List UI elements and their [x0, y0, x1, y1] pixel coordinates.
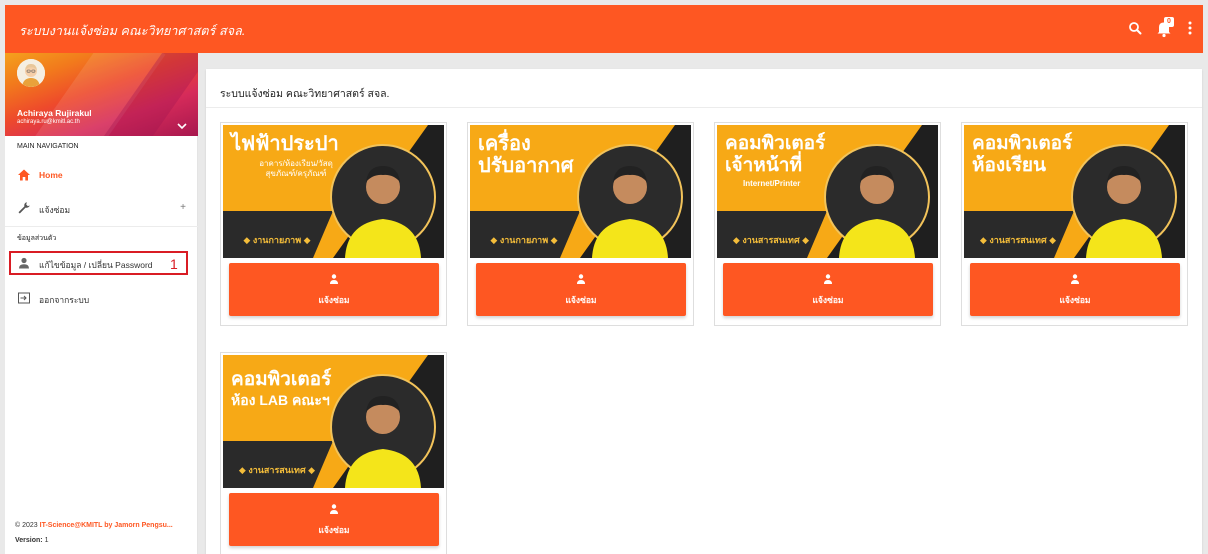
service-banner[interactable]: ไฟฟ้าประปา อาคาร/ห้องเรียน/วัสดุ สุขภัณฑ์…	[223, 125, 444, 258]
footer-version-label: Version:	[15, 537, 45, 544]
service-card-staff-computer: คอมพิวเตอร์ เจ้าหน้าที่ Internet/Printer …	[714, 122, 941, 326]
banner-department: ◆ งานกายภาพ ◆	[490, 235, 558, 245]
sidebar-item-repair[interactable]: แจ้งซ่อม +	[5, 196, 198, 220]
sidebar-item-label: แจ้งซ่อม	[39, 205, 71, 215]
user-name: Achiraya Rujirakul	[17, 108, 92, 118]
repair-button[interactable]: แจ้งซ่อม	[229, 263, 439, 316]
nav-header-personal: ข้อมูลส่วนตัว	[5, 226, 198, 246]
footer-version: Version: 1	[15, 537, 48, 544]
sidebar: Achiraya Rujirakul achiraya.ru@kmitl.ac.…	[5, 53, 198, 554]
main-content-card: ระบบแจ้งซ่อม คณะวิทยาศาสตร์ สจล. ไฟฟ้าปร…	[206, 69, 1202, 554]
footer-copyright-text: © 2023	[15, 522, 40, 529]
service-banner[interactable]: คอมพิวเตอร์ เจ้าหน้าที่ Internet/Printer …	[717, 125, 938, 258]
repair-button[interactable]: แจ้งซ่อม	[970, 263, 1180, 316]
person-icon	[328, 272, 340, 284]
banner-title: เครื่อง ปรับอากาศ	[478, 133, 574, 177]
banner-title: ไฟฟ้าประปา	[231, 133, 339, 155]
title-divider	[206, 107, 1202, 108]
person-icon	[575, 272, 587, 284]
sidebar-item-home[interactable]: Home	[5, 163, 198, 187]
app-title[interactable]: ระบบงานแจ้งซ่อม คณะวิทยาศาสตร์ สจล.	[19, 21, 246, 41]
banner-department: ◆ งานสารสนเทศ ◆	[732, 235, 810, 245]
service-card-air-conditioner: เครื่อง ปรับอากาศ ◆ งานกายภาพ ◆ แจ้งซ่อม	[467, 122, 694, 326]
person-icon	[822, 272, 834, 284]
user-email: achiraya.ru@kmitl.ac.th	[17, 119, 80, 125]
footer-credit-link[interactable]: IT-Science@KMITL by Jamorn Pengsu...	[40, 522, 173, 529]
annotation-highlight-box: 1	[9, 251, 188, 275]
home-icon	[17, 168, 31, 182]
nav-header-main: MAIN NAVIGATION	[17, 143, 79, 150]
service-card-lab-computer: คอมพิวเตอร์ ห้อง LAB คณะฯ ◆ งานสารสนเทศ ◆…	[220, 352, 447, 554]
banner-title: คอมพิวเตอร์ เจ้าหน้าที่	[725, 133, 826, 176]
person-icon	[1069, 272, 1081, 284]
page-title: ระบบแจ้งซ่อม คณะวิทยาศาสตร์ สจล.	[220, 88, 390, 100]
search-icon[interactable]	[1122, 15, 1148, 41]
more-vert-icon[interactable]	[1177, 15, 1203, 41]
sidebar-item-logout[interactable]: ออกจากระบบ	[5, 286, 198, 310]
banner-department: ◆ งานสารสนเทศ ◆	[238, 465, 316, 475]
logout-icon	[17, 291, 31, 305]
repair-button[interactable]: แจ้งซ่อม	[229, 493, 439, 546]
expand-plus-icon[interactable]: +	[180, 202, 186, 213]
footer-version-value: 1	[44, 537, 49, 544]
banner-subtitle: Internet/Printer	[743, 179, 801, 188]
annotation-number: 1	[170, 256, 178, 272]
notification-badge: 0	[1164, 17, 1174, 27]
banner-department: ◆ งานกายภาพ ◆	[243, 235, 311, 245]
wrench-icon	[17, 201, 31, 215]
person-icon	[328, 502, 340, 514]
chevron-down-icon[interactable]	[176, 118, 188, 130]
sidebar-item-label: ออกจากระบบ	[39, 295, 90, 305]
banner-department: ◆ งานสารสนเทศ ◆	[979, 235, 1057, 245]
banner-title: คอมพิวเตอร์ ห้อง LAB คณะฯ	[231, 369, 332, 408]
repair-button[interactable]: แจ้งซ่อม	[476, 263, 686, 316]
service-card-electric-plumbing: ไฟฟ้าประปา อาคาร/ห้องเรียน/วัสดุ สุขภัณฑ์…	[220, 122, 447, 326]
service-banner[interactable]: คอมพิวเตอร์ ห้องเรียน ◆ งานสารสนเทศ ◆	[964, 125, 1185, 258]
service-card-classroom-computer: คอมพิวเตอร์ ห้องเรียน ◆ งานสารสนเทศ ◆ แจ้…	[961, 122, 1188, 326]
sidebar-item-label: Home	[39, 170, 63, 180]
footer-copyright: © 2023 IT-Science@KMITL by Jamorn Pengsu…	[15, 522, 173, 529]
nav-header-personal-label: ข้อมูลส่วนตัว	[17, 235, 57, 242]
service-banner[interactable]: คอมพิวเตอร์ ห้อง LAB คณะฯ ◆ งานสารสนเทศ ◆	[223, 355, 444, 488]
banner-title: คอมพิวเตอร์ ห้องเรียน	[972, 133, 1073, 176]
repair-button[interactable]: แจ้งซ่อม	[723, 263, 933, 316]
avatar[interactable]	[17, 59, 45, 87]
banner-subtitle: อาคาร/ห้องเรียน/วัสดุ สุขภัณฑ์/ครุภัณฑ์	[259, 159, 333, 178]
top-bar: ระบบงานแจ้งซ่อม คณะวิทยาศาสตร์ สจล. 0	[5, 5, 1203, 53]
user-panel: Achiraya Rujirakul achiraya.ru@kmitl.ac.…	[5, 53, 198, 136]
bell-icon[interactable]: 0	[1151, 15, 1177, 41]
service-banner[interactable]: เครื่อง ปรับอากาศ ◆ งานกายภาพ ◆	[470, 125, 691, 258]
